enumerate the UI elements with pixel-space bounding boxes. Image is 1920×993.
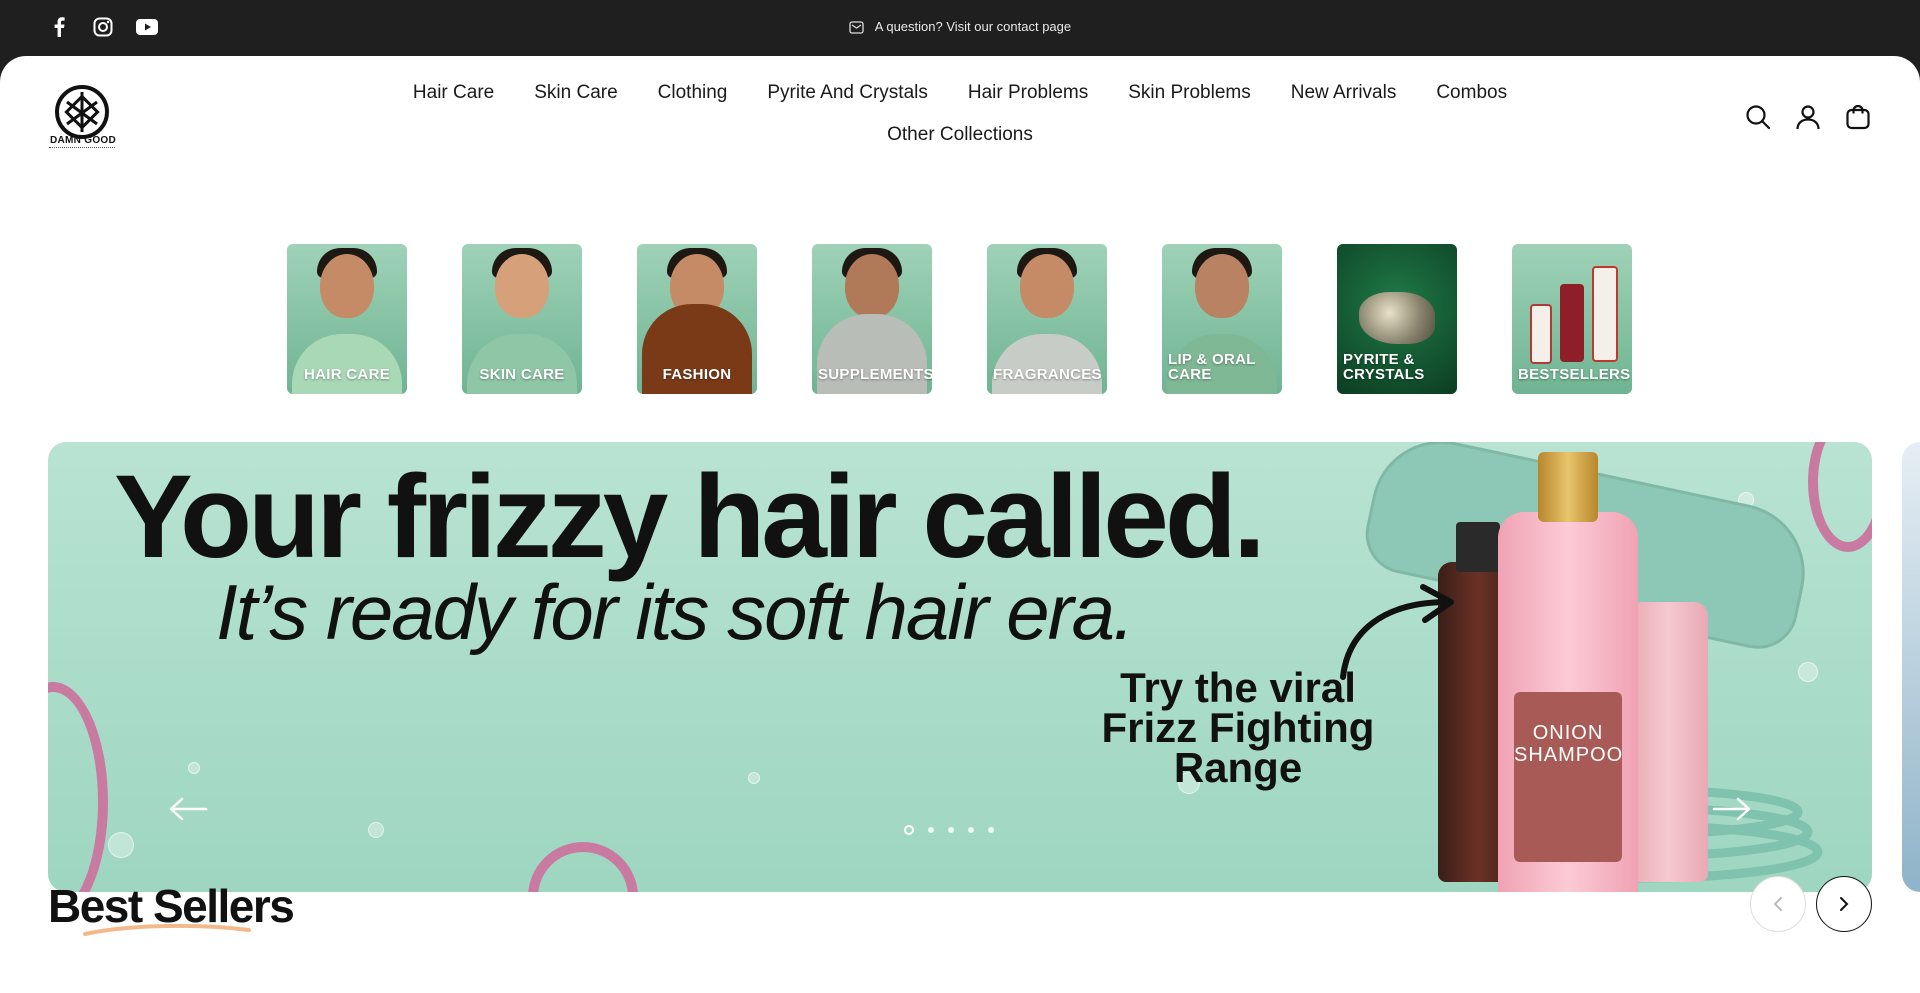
- product-conditioner-bottle: [1628, 602, 1708, 882]
- category-tile-pyrite-crystals[interactable]: PYRITE & CRYSTALS: [1337, 244, 1457, 394]
- product-bottle: [1530, 304, 1552, 364]
- category-label: PYRITE & CRYSTALS: [1343, 351, 1425, 383]
- title-underline-decoration: [83, 923, 251, 936]
- hero-banner[interactable]: ONION SHAMPOO Your frizzy hair called. I…: [48, 442, 1872, 892]
- hero-subheadline: It’s ready for its soft hair era.: [216, 568, 1135, 656]
- slide-dot-3[interactable]: [948, 827, 954, 833]
- category-tiles: HAIR CARE SKIN CARE FASHION SUPPLEMENTS …: [287, 244, 1632, 394]
- comb-applicator: [1456, 522, 1500, 572]
- announcement-bar: A question? Visit our contact page: [0, 0, 1920, 56]
- nav-item-clothing[interactable]: Clothing: [658, 81, 728, 105]
- onion-slice: [528, 842, 638, 892]
- nav-item-skin-care[interactable]: Skin Care: [534, 81, 617, 105]
- bottle-cap: [1538, 452, 1598, 522]
- category-label: HAIR CARE: [303, 366, 391, 383]
- hero-pagination: [904, 825, 994, 835]
- category-label: LIP & ORAL CARE: [1168, 351, 1256, 383]
- product-tube: [1592, 266, 1618, 362]
- water-drop: [748, 772, 760, 784]
- model-face: [495, 254, 549, 318]
- category-tile-hair-care[interactable]: HAIR CARE: [287, 244, 407, 394]
- announcement-text: A question? Visit our contact page: [874, 19, 1072, 34]
- onion-slice: [1808, 442, 1872, 552]
- model-face: [320, 254, 374, 318]
- slide-dot-4[interactable]: [968, 827, 974, 833]
- carousel-next-button[interactable]: [1816, 876, 1872, 932]
- nav-item-skin-problems[interactable]: Skin Problems: [1128, 81, 1251, 105]
- water-drop: [368, 822, 384, 838]
- hero-callout: Try the viral Frizz Fighting Range: [1101, 664, 1375, 791]
- brand-tagline-divider: [49, 147, 115, 149]
- category-tile-fragrances[interactable]: FRAGRANCES: [987, 244, 1107, 394]
- category-tile-bestsellers[interactable]: BESTSELLERS: [1512, 244, 1632, 394]
- mail-icon: [849, 21, 864, 37]
- chevron-right-icon: [1840, 897, 1849, 911]
- slide-dot-5[interactable]: [988, 827, 994, 833]
- model-shirt: [992, 334, 1102, 394]
- category-label: FASHION: [662, 366, 732, 383]
- carousel-prev-button[interactable]: [1750, 876, 1806, 932]
- water-drop: [1798, 662, 1818, 682]
- category-tile-lip-oral-care[interactable]: LIP & ORAL CARE: [1162, 244, 1282, 394]
- model-face: [1195, 254, 1249, 318]
- category-label: FRAGRANCES: [993, 366, 1102, 383]
- water-drop: [188, 762, 200, 774]
- next-slide-peek[interactable]: [1902, 442, 1920, 892]
- water-drop: [108, 832, 134, 858]
- nav-item-hair-problems[interactable]: Hair Problems: [968, 81, 1088, 105]
- search-icon[interactable]: [1744, 103, 1772, 131]
- model-face: [1020, 254, 1074, 318]
- pyrite-rock: [1359, 292, 1435, 344]
- product-serum: [1560, 284, 1584, 362]
- slide-dot-2[interactable]: [928, 827, 934, 833]
- main-nav: Hair Care Skin Care Clothing Pyrite And …: [380, 81, 1540, 147]
- nav-item-combos[interactable]: Combos: [1436, 81, 1507, 105]
- hero-next-arrow-icon[interactable]: [1712, 797, 1752, 826]
- category-tile-supplements[interactable]: SUPPLEMENTS: [812, 244, 932, 394]
- category-label: BESTSELLERS: [1518, 366, 1631, 383]
- header-actions: [1744, 103, 1872, 131]
- chevron-left-icon: [1773, 897, 1782, 911]
- product-label-text: ONION SHAMPOO: [1514, 722, 1624, 766]
- model-face: [845, 254, 899, 318]
- nav-item-new-arrivals[interactable]: New Arrivals: [1291, 81, 1397, 105]
- brand-name: DAMN GOOD: [49, 135, 117, 146]
- model-shirt: [467, 334, 577, 394]
- category-label: SUPPLEMENTS: [818, 366, 932, 383]
- nav-item-hair-care[interactable]: Hair Care: [413, 81, 494, 105]
- account-icon[interactable]: [1794, 103, 1822, 131]
- category-label: SKIN CARE: [479, 366, 565, 383]
- onion-slice: [48, 682, 108, 892]
- page-content: DAMN GOOD Hair Care Skin Care Clothing P…: [0, 56, 1920, 993]
- announcement-link[interactable]: A question? Visit our contact page: [0, 19, 1920, 37]
- nav-item-pyrite-and-crystals[interactable]: Pyrite And Crystals: [767, 81, 928, 105]
- nav-item-other-collections[interactable]: Other Collections: [887, 123, 1033, 147]
- category-tile-skin-care[interactable]: SKIN CARE: [462, 244, 582, 394]
- product-label-panel: [1514, 692, 1622, 862]
- category-tile-fashion[interactable]: FASHION: [637, 244, 757, 394]
- hero-prev-arrow-icon[interactable]: [168, 797, 208, 826]
- slide-dot-1[interactable]: [904, 825, 914, 835]
- model-shirt: [292, 334, 402, 394]
- cart-icon[interactable]: [1844, 103, 1872, 131]
